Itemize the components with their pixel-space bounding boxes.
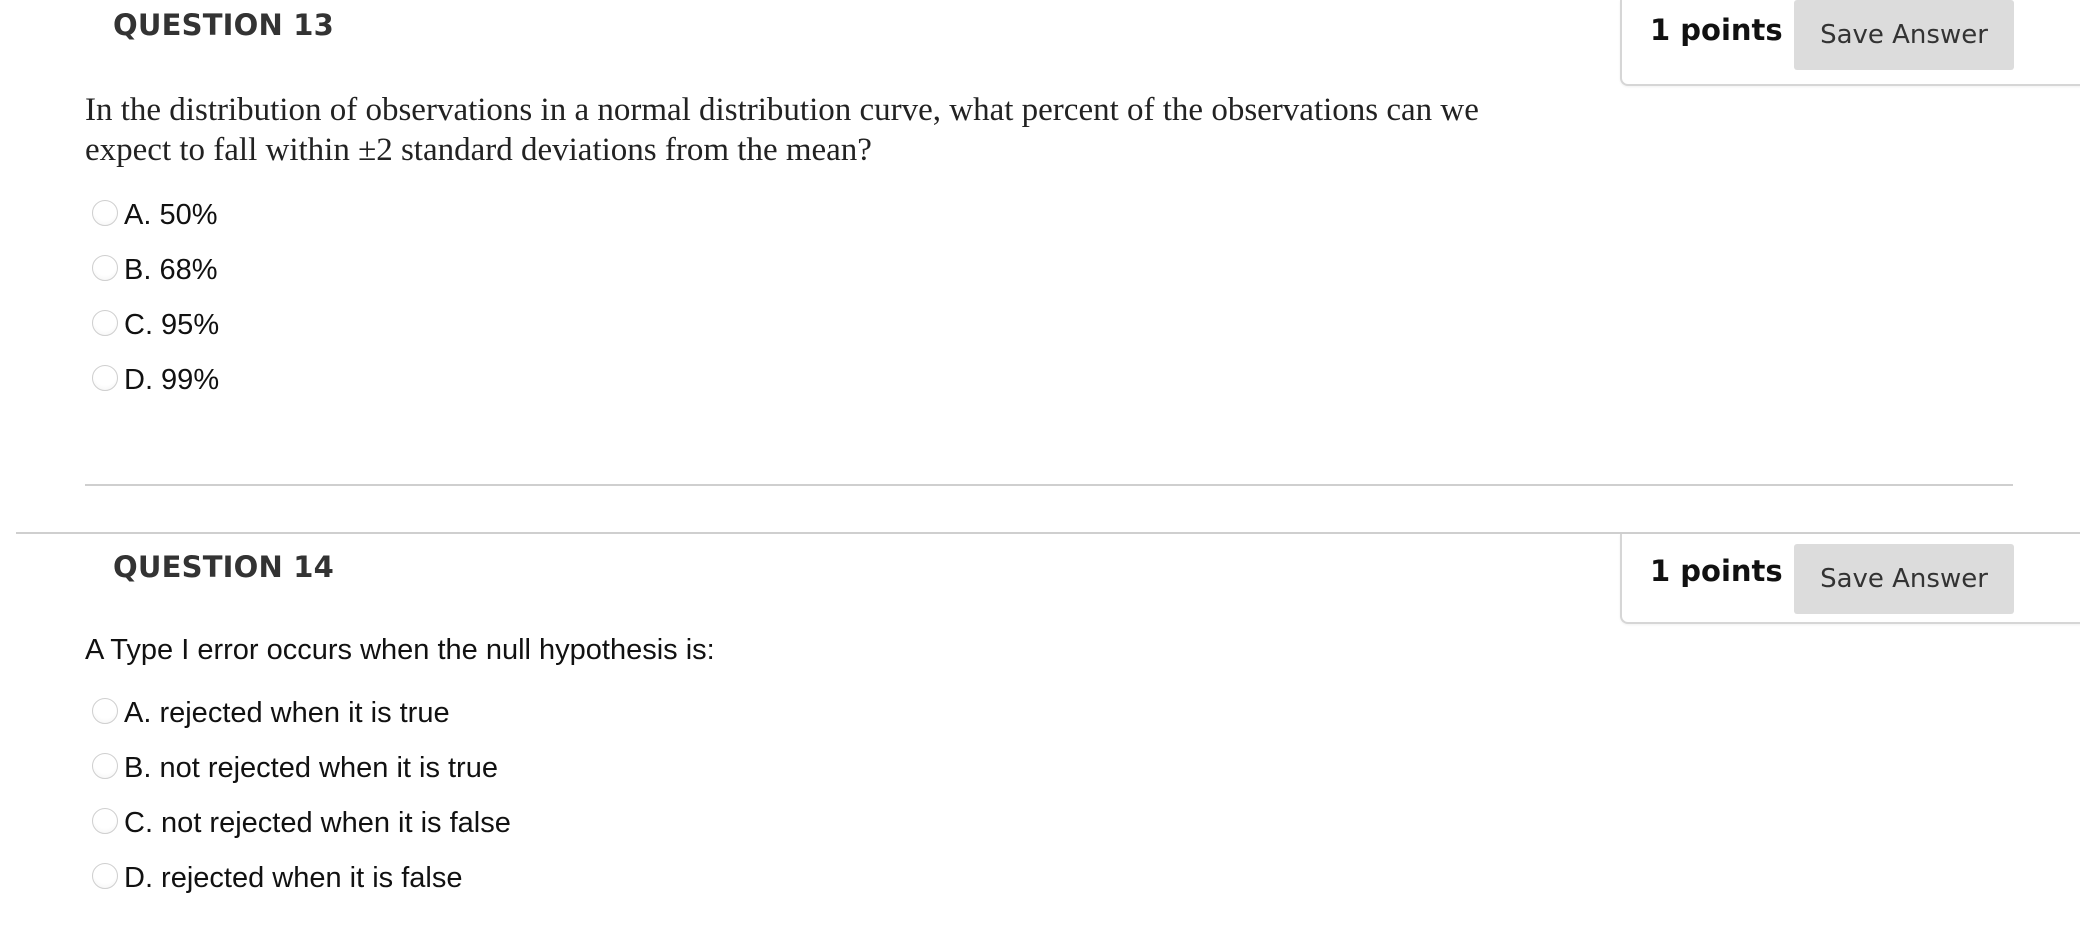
radio-button[interactable] bbox=[92, 862, 118, 889]
answer-option-b[interactable]: B. 68% bbox=[92, 243, 219, 298]
radio-button[interactable] bbox=[92, 807, 118, 834]
question-13: QUESTION 13 1 points Save Answer In the … bbox=[0, 0, 2080, 532]
radio-button[interactable] bbox=[92, 309, 118, 336]
radio-button[interactable] bbox=[92, 364, 118, 391]
option-label[interactable]: D. rejected when it is false bbox=[124, 862, 462, 895]
radio-button[interactable] bbox=[92, 752, 118, 779]
answer-option-a[interactable]: A. 50% bbox=[92, 188, 219, 243]
radio-button[interactable] bbox=[92, 254, 118, 281]
answer-option-c[interactable]: C. 95% bbox=[92, 298, 219, 353]
answer-option-b[interactable]: B. not rejected when it is true bbox=[92, 741, 511, 796]
option-label[interactable]: B. not rejected when it is true bbox=[124, 752, 498, 785]
save-answer-button[interactable]: Save Answer bbox=[1794, 0, 2014, 70]
option-label[interactable]: A. 50% bbox=[124, 199, 218, 232]
answer-options: A. 50% B. 68% C. 95% D. 99% bbox=[92, 188, 219, 408]
answer-option-d[interactable]: D. 99% bbox=[92, 353, 219, 408]
question-text: A Type I error occurs when the null hypo… bbox=[85, 634, 715, 666]
option-label[interactable]: B. 68% bbox=[124, 254, 218, 287]
radio-button[interactable] bbox=[92, 697, 118, 724]
question-title: QUESTION 14 bbox=[113, 550, 335, 584]
question-14: QUESTION 14 1 points Save Answer A Type … bbox=[16, 532, 2080, 948]
question-text: In the distribution of observations in a… bbox=[85, 92, 1479, 168]
option-label[interactable]: C. 95% bbox=[124, 309, 219, 342]
question-divider bbox=[85, 484, 2013, 486]
answer-option-a[interactable]: A. rejected when it is true bbox=[92, 686, 511, 741]
points-panel: 1 points Save Answer bbox=[1620, 0, 2080, 86]
option-label[interactable]: D. 99% bbox=[124, 364, 219, 397]
points-label: 1 points bbox=[1650, 554, 1783, 588]
question-title: QUESTION 13 bbox=[113, 8, 335, 42]
option-label[interactable]: C. not rejected when it is false bbox=[124, 807, 511, 840]
points-label: 1 points bbox=[1650, 13, 1783, 47]
answer-option-d[interactable]: D. rejected when it is false bbox=[92, 851, 511, 906]
save-answer-button[interactable]: Save Answer bbox=[1794, 544, 2014, 614]
answer-option-c[interactable]: C. not rejected when it is false bbox=[92, 796, 511, 851]
answer-options: A. rejected when it is true B. not rejec… bbox=[92, 686, 511, 906]
radio-button[interactable] bbox=[92, 199, 118, 226]
points-panel: 1 points Save Answer bbox=[1620, 534, 2080, 624]
option-label[interactable]: A. rejected when it is true bbox=[124, 697, 450, 730]
